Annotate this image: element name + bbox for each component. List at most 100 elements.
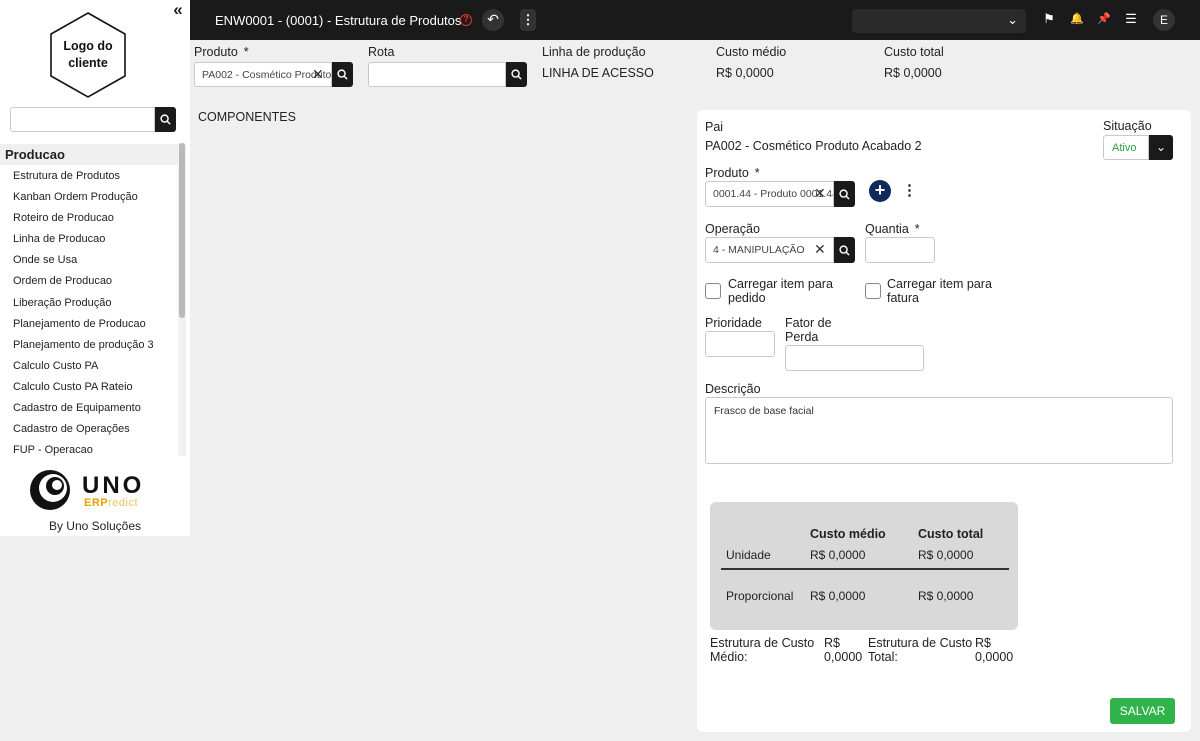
brand-name: UNO bbox=[82, 472, 145, 499]
produto-component-label: Produto * bbox=[705, 166, 760, 180]
sidebar-item-roteiro-producao[interactable]: Roteiro de Producao bbox=[0, 208, 178, 229]
summary-medio-label: Estrutura de Custo Médio: bbox=[710, 636, 815, 664]
cost-row-total: R$ 0,0000 bbox=[918, 548, 974, 562]
carregar-pedido-checkbox[interactable] bbox=[705, 283, 721, 299]
double-chevron-left-icon[interactable]: « bbox=[168, 1, 188, 20]
produto-component-search-button[interactable] bbox=[834, 181, 855, 207]
operacao-value: 4 - MANIPULAÇÃO bbox=[713, 244, 805, 256]
company-select[interactable]: ⌄ bbox=[852, 9, 1026, 33]
search-icon bbox=[839, 244, 850, 256]
linha-producao-value: LINHA DE ACESSO bbox=[542, 66, 654, 80]
descricao-label: Descrição bbox=[705, 382, 761, 396]
page-title: ENW0001 - (0001) - Estrutura de Produtos bbox=[215, 13, 462, 28]
fator-perda-label: Fator de Perda bbox=[785, 316, 832, 344]
custo-medio-label: Custo médio bbox=[716, 45, 787, 59]
rota-input[interactable] bbox=[368, 62, 506, 87]
sidebar: « Logo do cliente Producao Estrutura de … bbox=[0, 0, 190, 741]
cost-row-label: Unidade bbox=[726, 548, 771, 562]
search-icon bbox=[337, 69, 348, 80]
sidebar-item-calculo-custo-pa[interactable]: Calculo Custo PA bbox=[0, 356, 178, 377]
sidebar-item-estrutura-produtos[interactable]: Estrutura de Produtos bbox=[0, 166, 178, 187]
menu-section-title[interactable]: Producao bbox=[0, 144, 178, 165]
flag-icon[interactable]: ⚑ bbox=[1041, 11, 1057, 27]
component-detail-panel: Pai PA002 - Cosmético Produto Acabado 2 … bbox=[697, 110, 1191, 732]
sidebar-item-kanban-ordem-producao[interactable]: Kanban Ordem Produção bbox=[0, 187, 178, 208]
sidebar-item-calculo-custo-pa-rateio[interactable]: Calculo Custo PA Rateio bbox=[0, 377, 178, 398]
list-icon[interactable]: ☰ bbox=[1123, 11, 1139, 27]
summary-total-value: R$ 0,0000 bbox=[975, 636, 1014, 664]
prioridade-label: Prioridade bbox=[705, 316, 762, 330]
custo-total-value: R$ 0,0000 bbox=[884, 66, 942, 80]
logo-text-line2: cliente bbox=[68, 56, 108, 70]
pai-label: Pai bbox=[705, 120, 724, 134]
operacao-search-button[interactable] bbox=[834, 237, 855, 263]
carregar-fatura-checkbox[interactable] bbox=[865, 283, 881, 299]
sidebar-search-input[interactable] bbox=[10, 107, 155, 132]
prioridade-input[interactable] bbox=[705, 331, 775, 357]
brand-sub-light: redict bbox=[108, 497, 139, 509]
sidebar-item-planejamento-producao[interactable]: Planejamento de Producao bbox=[0, 314, 178, 335]
pai-value: PA002 - Cosmético Produto Acabado 2 bbox=[705, 139, 922, 153]
logo-text-line1: Logo do bbox=[63, 39, 113, 53]
scrollbar-thumb[interactable] bbox=[179, 143, 185, 318]
situacao-label: Situação bbox=[1103, 119, 1152, 133]
sidebar-item-planejamento-producao-3[interactable]: Planejamento de produção 3 bbox=[0, 335, 178, 356]
sidebar-search-button[interactable] bbox=[155, 107, 176, 132]
topbar: ENW0001 - (0001) - Estrutura de Produtos… bbox=[190, 0, 1200, 40]
summary-total-label: Estrutura de Custo Total: bbox=[868, 636, 973, 664]
save-button[interactable]: SALVAR bbox=[1110, 698, 1175, 724]
produto-label: Produto * bbox=[194, 45, 249, 59]
cost-col-total: Custo total bbox=[918, 527, 984, 541]
sidebar-item-linha-producao[interactable]: Linha de Producao bbox=[0, 229, 178, 250]
search-icon bbox=[839, 188, 850, 200]
search-icon bbox=[511, 69, 522, 80]
carregar-fatura-label: Carregar item para fatura bbox=[887, 277, 992, 305]
clear-icon[interactable]: ✕ bbox=[814, 241, 826, 258]
more-vert-icon[interactable]: ⋮ bbox=[902, 180, 917, 202]
chevron-down-icon: ⌄ bbox=[1007, 12, 1018, 27]
situacao-select[interactable]: Ativo bbox=[1103, 135, 1149, 160]
sidebar-scrollbar[interactable] bbox=[178, 143, 186, 456]
client-logo: Logo do cliente bbox=[49, 12, 127, 98]
add-icon[interactable]: + bbox=[869, 180, 891, 202]
sidebar-item-cadastro-operacoes[interactable]: Cadastro de Operações bbox=[0, 419, 178, 440]
clear-icon[interactable]: ✕ bbox=[312, 66, 324, 83]
sidebar-item-cadastro-equipamento[interactable]: Cadastro de Equipamento bbox=[0, 398, 178, 419]
linha-producao-label: Linha de produção bbox=[542, 45, 646, 59]
sidebar-item-fup-operacao[interactable]: FUP - Operacao bbox=[0, 440, 178, 456]
search-icon bbox=[160, 114, 171, 125]
descricao-textarea[interactable]: Frasco de base facial bbox=[705, 397, 1173, 464]
sidebar-item-ordem-producao[interactable]: Ordem de Producao bbox=[0, 271, 178, 292]
undo-icon[interactable]: ↶ bbox=[482, 9, 504, 31]
divider bbox=[721, 568, 1009, 570]
sidebar-item-onde-se-usa[interactable]: Onde se Usa bbox=[0, 250, 178, 271]
components-title: COMPONENTES bbox=[198, 110, 296, 124]
avatar[interactable]: E bbox=[1153, 9, 1175, 31]
custo-medio-value: R$ 0,0000 bbox=[716, 66, 774, 80]
operacao-label: Operação bbox=[705, 222, 760, 236]
quantia-input[interactable] bbox=[865, 237, 935, 263]
cost-row-label: Proporcional bbox=[726, 589, 794, 603]
menu-list: Estrutura de Produtos Kanban Ordem Produ… bbox=[0, 166, 178, 456]
chevron-down-icon[interactable]: ⌄ bbox=[1149, 135, 1173, 160]
brand-byline: By Uno Soluções bbox=[48, 519, 142, 533]
cost-table: Custo médio Custo total Unidade R$ 0,000… bbox=[710, 502, 1018, 630]
brand-swirl-icon bbox=[30, 470, 70, 510]
brand-logo: UNO ERPredict bbox=[28, 466, 168, 516]
clear-icon[interactable]: ✕ bbox=[814, 185, 826, 202]
carregar-pedido-label: Carregar item para pedido bbox=[728, 277, 833, 305]
cost-col-medio: Custo médio bbox=[810, 527, 886, 541]
pin-icon[interactable]: 📌 bbox=[1096, 11, 1112, 27]
quantia-label: Quantia * bbox=[865, 222, 920, 236]
rota-label: Rota bbox=[368, 45, 395, 59]
fator-perda-input[interactable] bbox=[785, 345, 924, 371]
bell-icon[interactable]: 🔔 bbox=[1069, 11, 1085, 27]
produto-search-button[interactable] bbox=[332, 62, 353, 87]
summary-medio-value: R$ 0,0000 bbox=[824, 636, 863, 664]
more-vert-icon[interactable]: ⋮ bbox=[520, 9, 536, 31]
cost-row-medio: R$ 0,0000 bbox=[810, 589, 866, 603]
sidebar-item-liberacao-producao[interactable]: Liberação Produção bbox=[0, 293, 178, 314]
rota-search-button[interactable] bbox=[506, 62, 527, 87]
help-icon[interactable]: ? bbox=[460, 14, 472, 26]
cost-row-total: R$ 0,0000 bbox=[918, 589, 974, 603]
